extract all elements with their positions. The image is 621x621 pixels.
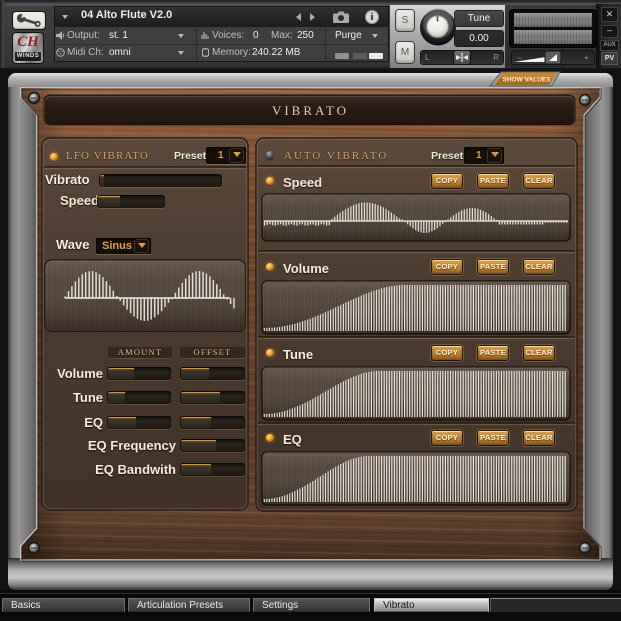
svg-text:SHOW VALUES: SHOW VALUES — [503, 76, 552, 83]
